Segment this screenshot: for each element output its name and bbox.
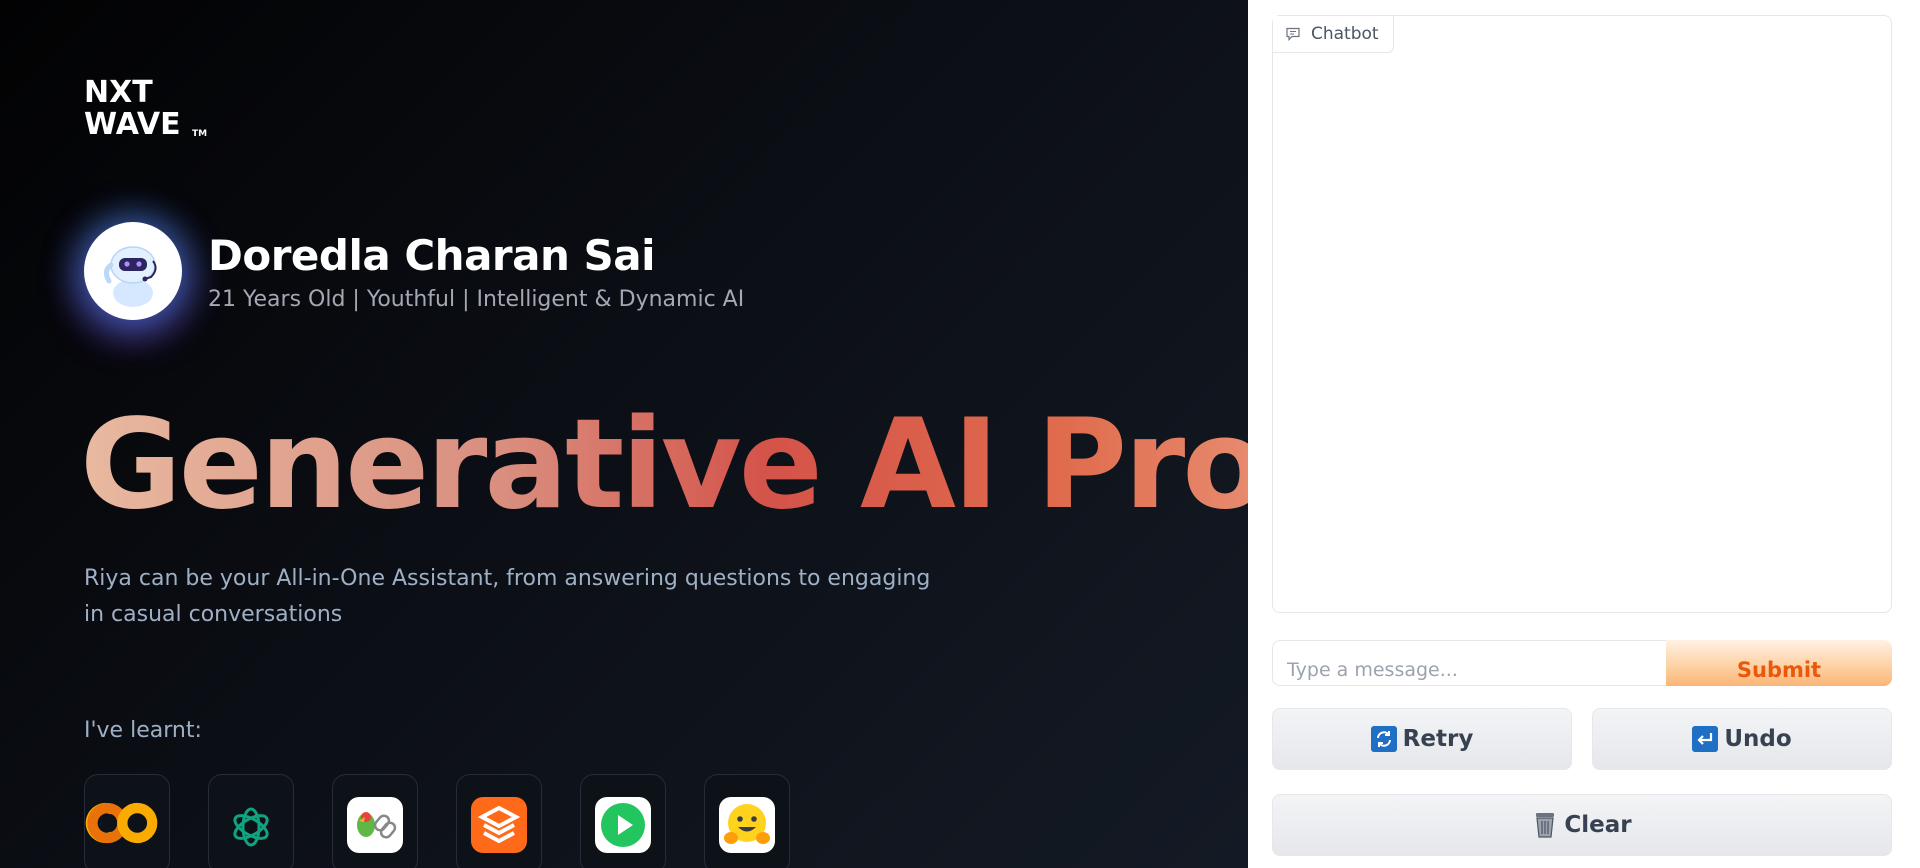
svg-text:TM: TM — [192, 129, 207, 139]
profile-tagline: 21 Years Old | Youthful | Intelligent & … — [208, 286, 745, 312]
chatbot-label: Chatbot — [1273, 16, 1394, 53]
tools-list — [84, 774, 828, 868]
clear-button[interactable]: Clear — [1272, 794, 1892, 856]
undo-button[interactable]: Undo — [1592, 708, 1892, 770]
undo-label: Undo — [1724, 726, 1792, 752]
bot-avatar — [84, 222, 182, 320]
message-input[interactable] — [1272, 640, 1666, 686]
retry-label: Retry — [1402, 726, 1474, 752]
tool-card — [332, 774, 418, 868]
tool-card — [704, 774, 790, 868]
openai-icon — [233, 807, 269, 847]
chatbot-area[interactable]: Chatbot — [1272, 15, 1892, 613]
tool-card — [84, 774, 170, 868]
tool-card — [208, 774, 294, 868]
play-icon — [595, 797, 651, 853]
svg-text:NXT: NXT — [84, 75, 153, 110]
retry-button[interactable]: Retry — [1272, 708, 1572, 770]
google-colab-icon — [85, 802, 158, 844]
profile-header: Doredla Charan Sai 21 Years Old | Youthf… — [84, 222, 744, 320]
undo-icon — [1692, 726, 1719, 752]
tool-card — [456, 774, 542, 868]
clear-label: Clear — [1564, 812, 1632, 838]
chat-panel: Chatbot Submit Retry Undo Clear — [1248, 0, 1920, 868]
message-input-row: Submit — [1272, 640, 1892, 686]
profile-name: Doredla Charan Sai — [208, 230, 655, 280]
hero-title: Generative AI Project — [80, 395, 1248, 535]
hero-description: Riya can be your All-in-One Assistant, f… — [84, 566, 931, 627]
retry-icon — [1370, 726, 1397, 752]
nxtwave-logo: NXT WAVE TM — [84, 75, 207, 142]
svg-text:WAVE: WAVE — [84, 107, 181, 142]
robot-icon — [103, 246, 157, 307]
langchain-icon — [347, 797, 403, 853]
tool-card — [580, 774, 666, 868]
huggingface-icon — [719, 797, 775, 853]
submit-button[interactable]: Submit — [1666, 640, 1892, 686]
chat-bubble-icon — [1286, 27, 1300, 41]
orange-layers-icon — [471, 797, 527, 853]
chatbot-label-text: Chatbot — [1311, 24, 1379, 44]
page: NXT WAVE TM Doredla Charan Sai 21 Years … — [0, 0, 1920, 868]
hero-panel: NXT WAVE TM Doredla Charan Sai 21 Years … — [0, 0, 1248, 868]
learnt-label: I've learnt: — [84, 718, 202, 743]
trash-icon — [1532, 811, 1558, 839]
